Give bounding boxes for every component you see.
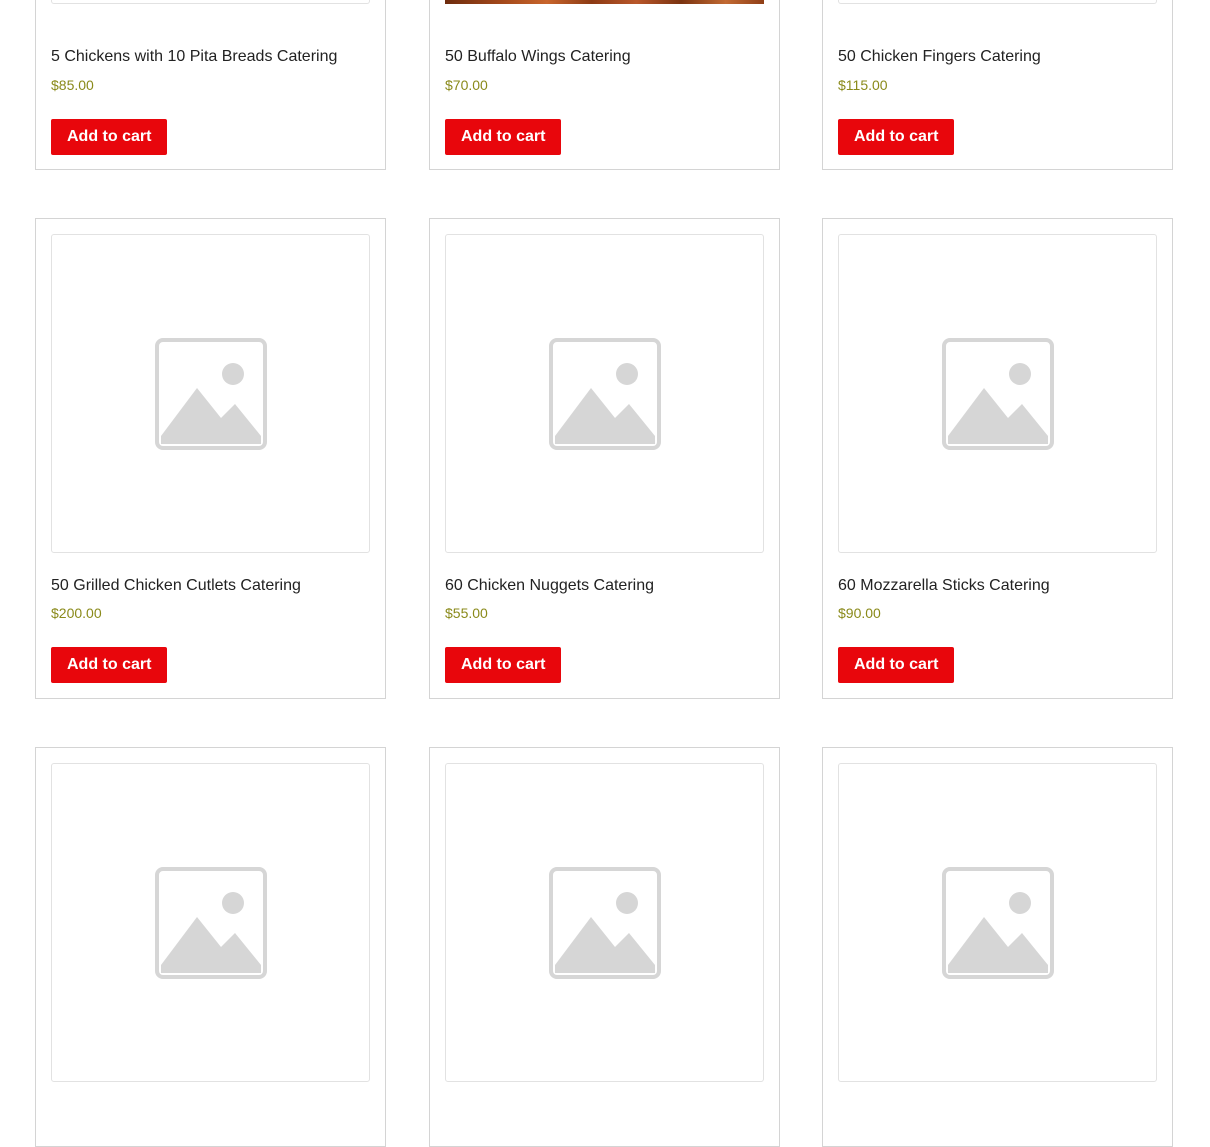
product-card [35,747,386,1147]
product-price: $70.00 [445,77,488,93]
product-image[interactable] [838,763,1157,1082]
product-image[interactable] [445,763,764,1082]
product-title[interactable]: 5 Chickens with 10 Pita Breads Catering [51,47,337,67]
add-to-cart-button[interactable]: Add to cart [445,119,562,155]
product-image[interactable] [838,0,1157,4]
product-photo[interactable] [445,0,764,4]
product-image[interactable] [51,0,370,4]
product-title[interactable]: 60 Chicken Nuggets Catering [445,576,654,596]
product-price: $200.00 [51,605,102,621]
add-to-cart-button[interactable]: Add to cart [838,119,955,155]
add-to-cart-button[interactable]: Add to cart [838,647,955,683]
product-title[interactable]: 50 Buffalo Wings Catering [445,47,631,67]
product-card: 50 Buffalo Wings Catering $70.00 Add to … [429,0,780,170]
product-card: 5 Chickens with 10 Pita Breads Catering … [35,0,386,170]
product-card: 60 Mozzarella Sticks Catering $90.00 Add… [822,218,1173,699]
product-card: 50 Grilled Chicken Cutlets Catering $200… [35,218,386,699]
product-title[interactable]: 60 Mozzarella Sticks Catering [838,576,1050,596]
placeholder-image-icon [151,334,271,454]
placeholder-image-icon [938,334,1058,454]
product-image[interactable] [838,234,1157,553]
placeholder-image-icon [545,863,665,983]
product-title[interactable]: 50 Chicken Fingers Catering [838,47,1041,67]
product-card: 60 Chicken Nuggets Catering $55.00 Add t… [429,218,780,699]
product-image[interactable] [51,763,370,1082]
product-title[interactable]: 50 Grilled Chicken Cutlets Catering [51,576,301,596]
product-image[interactable] [445,234,764,553]
product-card [822,747,1173,1147]
placeholder-image-icon [545,334,665,454]
product-price: $115.00 [838,77,888,93]
product-image[interactable] [51,234,370,553]
product-price: $85.00 [51,77,94,93]
product-card [429,747,780,1147]
add-to-cart-button[interactable]: Add to cart [51,119,168,155]
placeholder-image-icon [151,863,271,983]
add-to-cart-button[interactable]: Add to cart [445,647,562,683]
product-card: 50 Chicken Fingers Catering $115.00 Add … [822,0,1173,170]
product-price: $55.00 [445,605,488,621]
placeholder-image-icon [938,863,1058,983]
product-price: $90.00 [838,605,881,621]
add-to-cart-button[interactable]: Add to cart [51,647,168,683]
